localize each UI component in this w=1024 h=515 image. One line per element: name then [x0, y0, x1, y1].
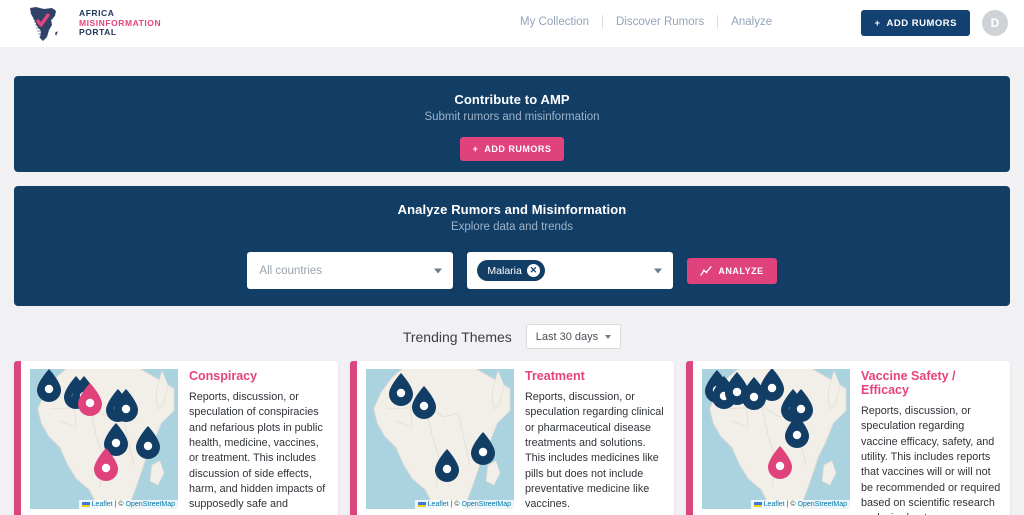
date-range-value: Last 30 days	[535, 330, 599, 343]
card-description: Reports, discussion, or speculation rega…	[861, 405, 1001, 515]
analyze-panel: Analyze Rumors and Misinformation Explor…	[14, 186, 1010, 306]
contribute-action-row: + ADD RUMORS	[14, 137, 1010, 161]
brand-logo[interactable]: AFRICA MISINFORMATION PORTAL	[22, 4, 161, 44]
avatar-initial: D	[990, 16, 1000, 30]
chevron-down-icon	[434, 268, 443, 273]
map-attribution: Leaflet | © OpenStreetMap	[414, 500, 514, 509]
leaflet-link[interactable]: Leaflet	[428, 501, 449, 508]
attribution-separator: | ©	[114, 501, 124, 508]
openstreetmap-link[interactable]: OpenStreetMap	[462, 501, 511, 508]
brand-line-3: PORTAL	[79, 27, 117, 38]
card-description: Reports, discussion, or speculation rega…	[525, 391, 664, 511]
plus-icon: +	[874, 17, 881, 29]
chevron-down-icon	[654, 268, 663, 273]
openstreetmap-link[interactable]: OpenStreetMap	[798, 501, 847, 508]
contribute-panel: Contribute to AMP Submit rumors and misi…	[14, 76, 1010, 172]
map-attribution: Leaflet | © OpenStreetMap	[750, 500, 850, 509]
attribution-separator: | ©	[450, 501, 460, 508]
card-accent-bar	[686, 361, 693, 515]
header-add-rumors-label: ADD RUMORS	[886, 17, 957, 29]
plus-icon: +	[472, 144, 479, 154]
close-icon[interactable]: ✕	[526, 264, 540, 277]
contribute-subtitle: Submit rumors and misinformation	[424, 111, 600, 123]
leaflet-flag-icon	[417, 502, 426, 507]
nav-item-discover-rumors[interactable]: Discover Rumors	[603, 16, 717, 28]
page-body: Contribute to AMP Submit rumors and misi…	[0, 76, 1024, 306]
chevron-down-icon	[605, 334, 612, 339]
conspiracy-map[interactable]	[30, 369, 178, 509]
card-title: Treatment	[525, 369, 585, 383]
contribute-add-rumors-button[interactable]: + ADD RUMORS	[459, 137, 565, 161]
brand-wordmark: AFRICA MISINFORMATION PORTAL	[79, 9, 161, 38]
trending-themes-title: Trending Themes	[402, 328, 512, 345]
vaccine-safety-map[interactable]	[702, 369, 850, 509]
leaflet-link[interactable]: Leaflet	[764, 501, 785, 508]
card-text: Conspiracy Reports, discussion, or specu…	[189, 369, 338, 515]
card-text: Vaccine Safety / Efficacy Reports, discu…	[861, 369, 1010, 515]
card-inner: Leaflet | © OpenStreetMap Treatment Repo…	[357, 361, 674, 515]
nav-item-analyze[interactable]: Analyze	[718, 16, 785, 28]
trending-header: Trending Themes Last 30 days	[0, 324, 1024, 349]
trending-card[interactable]: Leaflet | © OpenStreetMap Vaccine Safety…	[686, 361, 1010, 515]
africa-check-logo-icon	[30, 6, 58, 41]
app-header: AFRICA MISINFORMATION PORTAL My Collecti…	[0, 0, 1024, 47]
trending-chart-icon	[700, 265, 713, 276]
contribute-add-rumors-label: ADD RUMORS	[484, 144, 552, 154]
card-map[interactable]: Leaflet | © OpenStreetMap	[366, 369, 514, 509]
nav-item-my-collection[interactable]: My Collection	[507, 16, 602, 28]
card-text: Treatment Reports, discussion, or specul…	[525, 369, 674, 515]
analyze-button[interactable]: ANALYZE	[687, 257, 777, 284]
country-select-value: All countries	[259, 264, 323, 277]
user-avatar[interactable]: D	[982, 10, 1008, 36]
analyze-subtitle: Explore data and trends	[450, 221, 574, 233]
map-attribution: Leaflet | © OpenStreetMap	[78, 500, 178, 509]
analyze-title: Analyze Rumors and Misinformation	[397, 202, 627, 217]
card-description: Reports, discussion, or speculation of c…	[189, 391, 326, 511]
card-accent-bar	[14, 361, 21, 515]
card-title: Vaccine Safety / Efficacy	[861, 369, 956, 397]
card-inner: Leaflet | © OpenStreetMap Conspiracy Rep…	[21, 361, 338, 515]
treatment-map[interactable]	[366, 369, 514, 509]
disease-select[interactable]: Malaria ✕	[467, 252, 674, 289]
card-map[interactable]: Leaflet | © OpenStreetMap	[702, 369, 850, 509]
analyze-controls: All countries Malaria ✕ ANALYZE	[14, 252, 1010, 289]
leaflet-flag-icon	[81, 502, 90, 507]
card-inner: Leaflet | © OpenStreetMap Vaccine Safety…	[693, 361, 1010, 515]
header-add-rumors-button[interactable]: + ADD RUMORS	[861, 10, 970, 36]
leaflet-flag-icon	[753, 502, 762, 507]
trending-card[interactable]: Leaflet | © OpenStreetMap Conspiracy Rep…	[14, 361, 338, 515]
openstreetmap-link[interactable]: OpenStreetMap	[126, 501, 175, 508]
date-range-select[interactable]: Last 30 days	[525, 324, 622, 349]
card-accent-bar	[350, 361, 357, 515]
analyze-button-label: ANALYZE	[718, 265, 764, 276]
country-select[interactable]: All countries	[247, 252, 454, 289]
trending-card[interactable]: Leaflet | © OpenStreetMap Treatment Repo…	[350, 361, 674, 515]
disease-chip-label: Malaria	[487, 264, 522, 277]
trending-cards: Leaflet | © OpenStreetMap Conspiracy Rep…	[0, 361, 1024, 515]
header-actions: + ADD RUMORS D	[861, 10, 1008, 36]
card-title: Conspiracy	[189, 369, 258, 383]
card-map[interactable]: Leaflet | © OpenStreetMap	[30, 369, 178, 509]
contribute-title: Contribute to AMP	[454, 92, 570, 107]
leaflet-link[interactable]: Leaflet	[92, 501, 113, 508]
attribution-separator: | ©	[786, 501, 796, 508]
main-navigation: My Collection Discover Rumors Analyze	[507, 15, 785, 29]
disease-chip-malaria[interactable]: Malaria ✕	[477, 260, 545, 281]
